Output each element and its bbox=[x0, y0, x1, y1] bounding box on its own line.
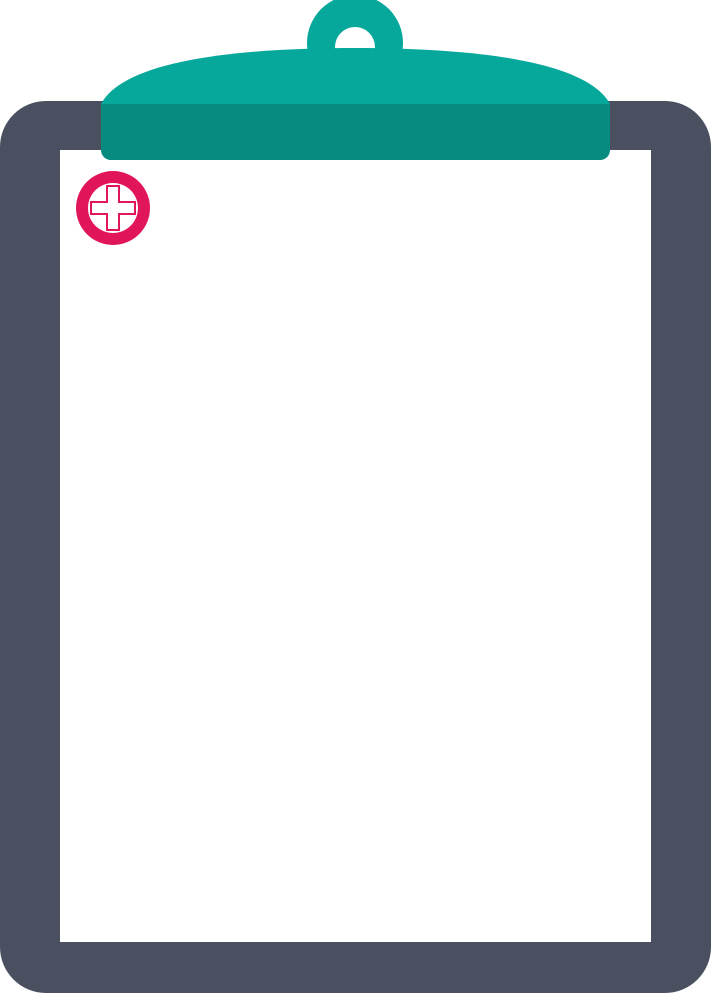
medical-cross-icon bbox=[76, 171, 150, 245]
clipboard-illustration bbox=[0, 0, 711, 993]
clip-dome bbox=[101, 48, 610, 104]
clipboard-clip-icon bbox=[101, 0, 610, 160]
clipboard-paper bbox=[60, 150, 651, 942]
